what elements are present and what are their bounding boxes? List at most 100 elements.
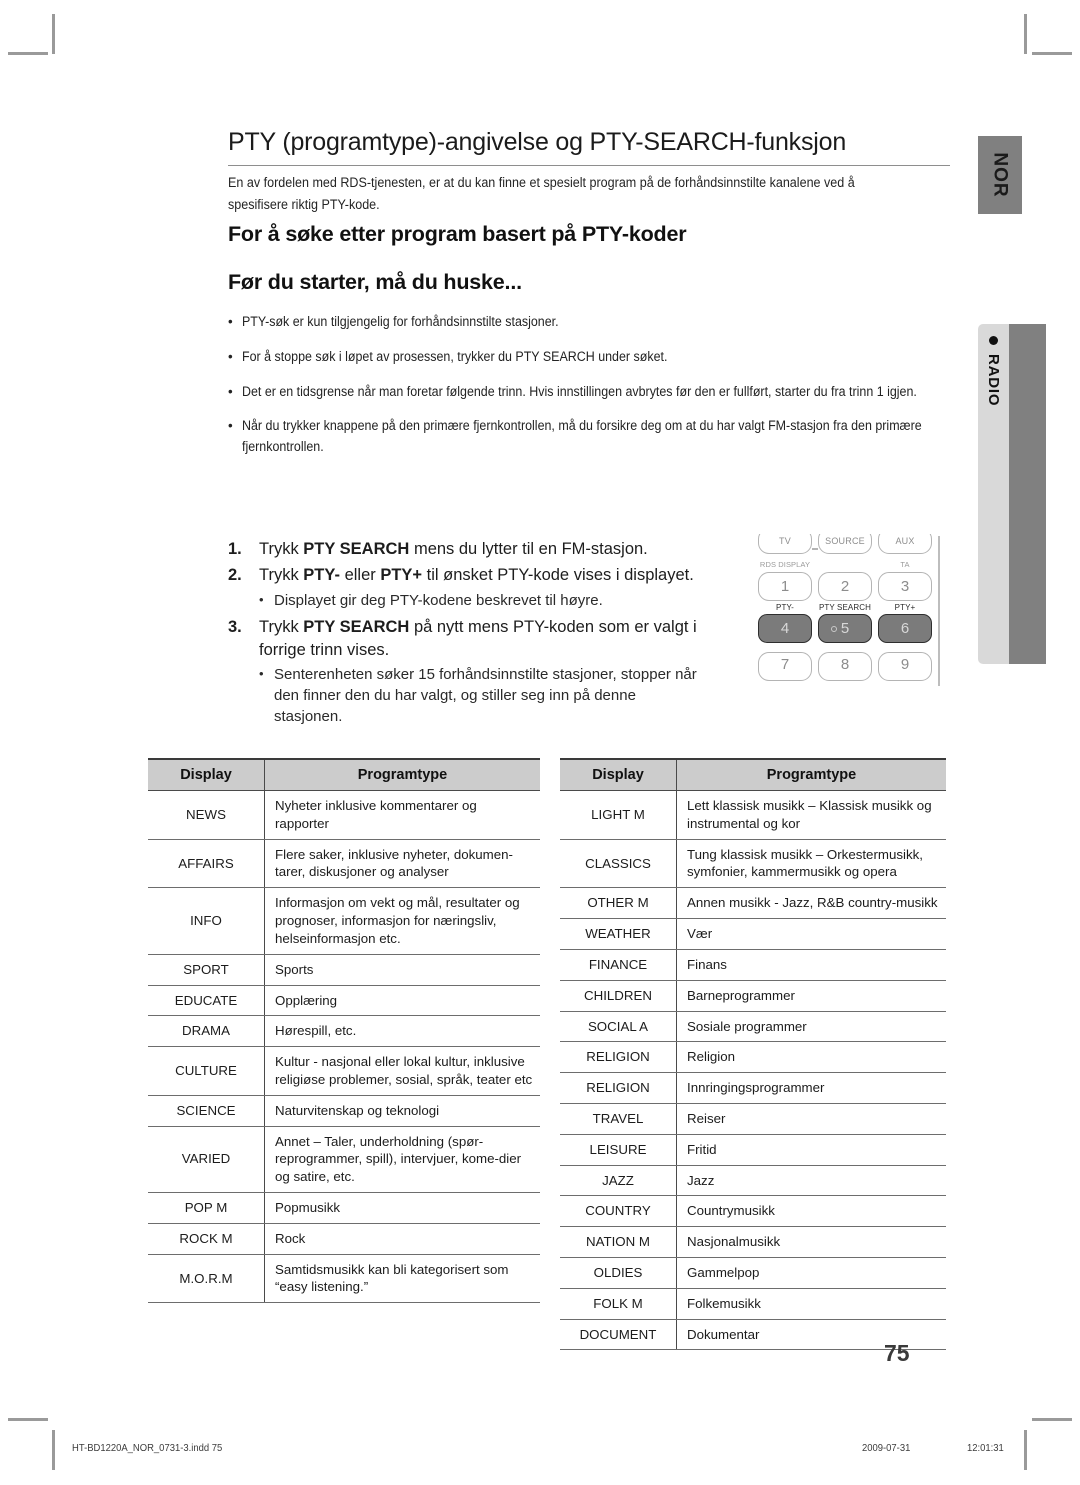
table-header-row: Display Programtype: [560, 758, 946, 791]
substep-item: • Displayet gir deg PTY-kodene beskrevet …: [259, 591, 700, 612]
note-text: For å stoppe søk i løpet av prosessen, t…: [242, 348, 668, 364]
crop-mark-top-right-horizontal: [1032, 52, 1072, 55]
column-header-display: Display: [148, 758, 265, 791]
cell-programtype: Innringingsprogrammer: [676, 1072, 946, 1104]
step-text: Trykk PTY SEARCH på nytt mens PTY-koden …: [259, 617, 697, 659]
subheading-search-by-pty: For å søke etter program basert på PTY-k…: [228, 222, 687, 246]
cell-display-code: JAZZ: [560, 1165, 677, 1197]
cell-display-code: CHILDREN: [560, 980, 677, 1012]
cell-display-code: NATION M: [560, 1226, 677, 1258]
cell-programtype: Opplæring: [264, 985, 540, 1017]
note-item: • PTY-søk er kun tilgjengelig for forhånd…: [228, 312, 948, 333]
cell-display-code: POP M: [148, 1192, 265, 1224]
step-text: Trykk PTY SEARCH mens du lytter til en F…: [259, 540, 648, 558]
bullet-icon: •: [259, 666, 264, 682]
bullet-icon: •: [228, 418, 233, 434]
cell-programtype: Informasjon om vekt og mål, resultater o…: [264, 887, 540, 955]
cell-display-code: SPORT: [148, 954, 265, 986]
cell-display-code: RELIGION: [560, 1072, 677, 1104]
table-row: POP M Popmusikk: [148, 1192, 540, 1224]
substep-item: • Senterenheten søker 15 forhåndsinnstilt…: [259, 665, 700, 727]
substep-text: Senterenheten søker 15 forhåndsinnstilte…: [274, 666, 697, 725]
footer-date: 2009-07-31: [862, 1442, 911, 1454]
cell-display-code: OLDIES: [560, 1257, 677, 1289]
table-row: DRAMA Hørespill, etc.: [148, 1015, 540, 1048]
cell-programtype: Popmusikk: [264, 1192, 540, 1224]
footer-time: 12:01:31: [967, 1442, 1004, 1454]
step-emphasis: PTY SEARCH: [303, 540, 410, 558]
remote-button-1: 1: [758, 572, 812, 601]
step-item: 3. Trykk PTY SEARCH på nytt mens PTY-kode…: [228, 616, 700, 663]
cell-programtype: Tung klassisk musikk – Orkestermusikk, s…: [676, 839, 946, 889]
crop-mark-bottom-right-horizontal: [1032, 1418, 1072, 1421]
note-item: • Det er en tidsgrense når man foretar fø…: [228, 382, 948, 403]
table-row: OTHER M Annen musikk - Jazz, R&B country-…: [560, 887, 946, 920]
step-number: 2.: [228, 566, 242, 585]
cell-programtype: Samtidsmusikk kan bli kategorisert som “…: [264, 1254, 540, 1304]
cell-programtype: Rock: [264, 1223, 540, 1255]
section-tab-light-strip: RADIO: [978, 324, 1009, 664]
cell-programtype: Naturvitenskap og teknologi: [264, 1095, 540, 1127]
cell-programtype: Flere saker, inklusive nyheter, dokumen-…: [264, 839, 540, 889]
remote-button-9: 9: [878, 652, 932, 681]
cell-programtype: Gammelpop: [676, 1257, 946, 1289]
cell-programtype: Sosiale programmer: [676, 1011, 946, 1043]
cell-programtype: Lett klassisk musikk – Klassisk musikk o…: [676, 790, 946, 840]
bullet-icon: •: [228, 383, 233, 399]
table-row: CLASSICS Tung klassisk musikk – Orkesterm…: [560, 839, 946, 889]
remote-button-2: 2: [818, 572, 872, 601]
table-row: FOLK M Folkemusikk: [560, 1288, 946, 1320]
remote-button-7: 7: [758, 652, 812, 681]
cell-programtype: Fritid: [676, 1134, 946, 1166]
crop-mark-top-left-horizontal: [8, 52, 48, 55]
step-item: 1. Trykk PTY SEARCH mens du lytter til en…: [228, 538, 700, 561]
section-tab-label: RADIO: [985, 354, 1002, 407]
note-text: Det er en tidsgrense når man foretar føl…: [242, 383, 917, 399]
cell-display-code: OTHER M: [560, 887, 677, 920]
cell-programtype: Reiser: [676, 1103, 946, 1135]
cell-display-code: TRAVEL: [560, 1103, 677, 1135]
step-text: Trykk PTY- eller PTY+ til ønsket PTY-kod…: [259, 566, 694, 585]
language-tab-label: NOR: [990, 152, 1012, 198]
cell-programtype: Finans: [676, 949, 946, 981]
column-header-programtype: Programtype: [264, 758, 540, 791]
cell-display-code: VARIED: [148, 1126, 265, 1194]
remote-button-5: 5: [818, 614, 872, 643]
remote-button-tv: TV: [758, 534, 812, 554]
table-row: FINANCE Finans: [560, 949, 946, 981]
step-emphasis: PTY SEARCH: [303, 617, 410, 636]
cell-display-code: RELIGION: [560, 1041, 677, 1074]
crop-mark-bottom-right-vertical: [1024, 1430, 1027, 1470]
cell-display-code: WEATHER: [560, 918, 677, 950]
subheading-before-you-start: Før du starter, må du huske...: [228, 270, 522, 294]
remote-right-edge: [938, 536, 940, 686]
bullet-icon: •: [228, 314, 233, 329]
bullet-icon: •: [259, 591, 264, 607]
cell-display-code: CLASSICS: [560, 839, 677, 889]
table-row: EDUCATE Opplæring: [148, 985, 540, 1017]
table-row: SPORT Sports: [148, 954, 540, 986]
notes-list: • PTY-søk er kun tilgjengelig for forhånd…: [228, 312, 948, 472]
cell-display-code: FINANCE: [560, 949, 677, 981]
title-divider: [228, 165, 950, 166]
cell-programtype: Annet – Taler, underholdning (spør-repro…: [264, 1126, 540, 1194]
cell-display-code: LIGHT M: [560, 790, 677, 840]
cell-display-code: CULTURE: [148, 1046, 265, 1096]
cell-display-code: DRAMA: [148, 1015, 265, 1048]
cell-display-code: COUNTRY: [560, 1195, 677, 1228]
note-item: • For å stoppe søk i løpet av prosessen, …: [228, 347, 948, 368]
table-row: LEISURE Fritid: [560, 1134, 946, 1166]
cell-programtype: Barneprogrammer: [676, 980, 946, 1012]
cell-display-code: NEWS: [148, 790, 265, 840]
remote-label-rds-display: RDS DISPLAY: [759, 560, 811, 569]
remote-tactile-dot-icon: [831, 626, 837, 632]
cell-programtype: Folkemusikk: [676, 1288, 946, 1320]
pty-table-left: Display Programtype NEWS Nyheter inklusiv…: [148, 758, 540, 1304]
steps-list: 1. Trykk PTY SEARCH mens du lytter til en…: [228, 538, 700, 731]
note-text: Når du trykker knappene på den primære f…: [242, 418, 922, 455]
step-emphasis: PTY+: [380, 566, 423, 585]
cell-programtype: Countrymusikk: [676, 1195, 946, 1228]
section-tab-bullet-icon: [989, 336, 998, 345]
table-row: INFO Informasjon om vekt og mål, resultat…: [148, 887, 540, 955]
crop-mark-bottom-left-horizontal: [8, 1418, 48, 1421]
